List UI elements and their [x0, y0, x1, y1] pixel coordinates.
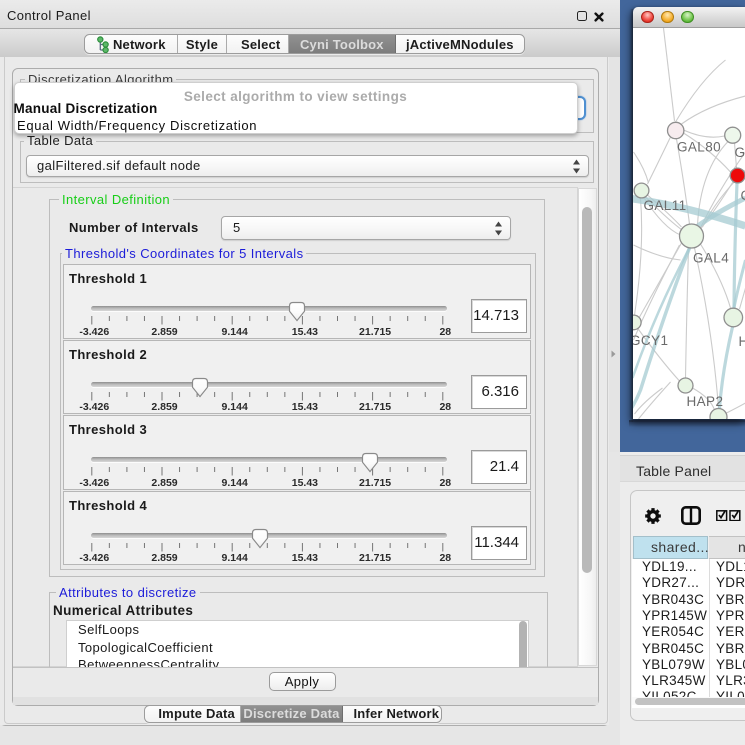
svg-text:GCY1: GCY1	[633, 333, 668, 348]
svg-text:GAL4: GAL4	[693, 251, 729, 266]
svg-text:HAP2: HAP2	[686, 394, 723, 409]
svg-text:GAL11: GAL11	[643, 198, 686, 213]
svg-text:H: H	[738, 334, 745, 349]
svg-text:GAL80: GAL80	[677, 140, 721, 155]
svg-text:C.: C.	[740, 188, 745, 203]
svg-text:GAL8: GAL8	[734, 145, 745, 160]
